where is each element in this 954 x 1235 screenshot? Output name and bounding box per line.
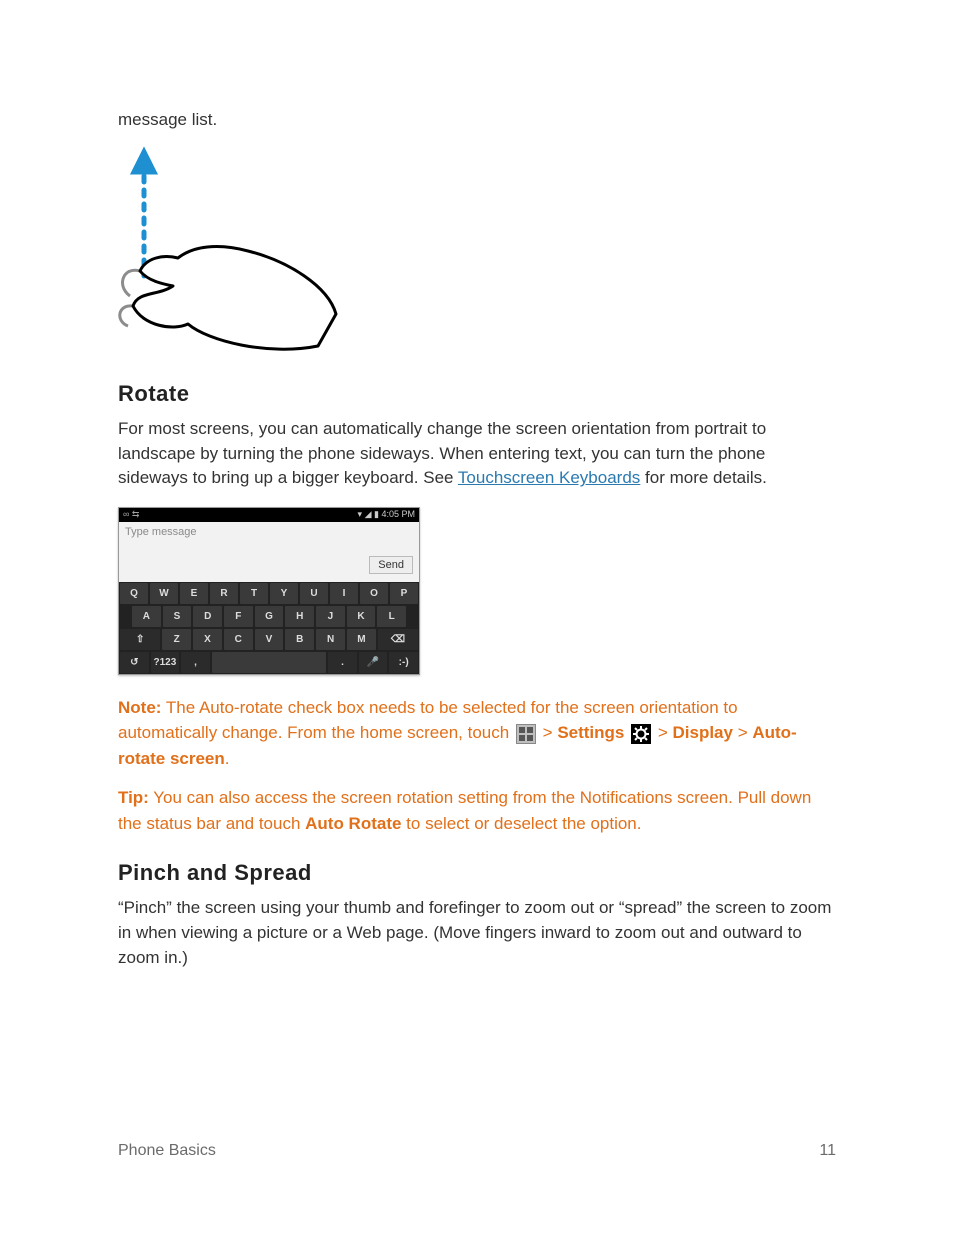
- swype-key: ↺: [120, 652, 149, 673]
- key: S: [163, 606, 192, 627]
- footer-section-title: Phone Basics: [118, 1142, 216, 1160]
- settings-gear-icon: [631, 724, 651, 744]
- note-label: Note:: [118, 698, 161, 717]
- tip-paragraph: Tip: You can also access the screen rota…: [118, 785, 836, 836]
- symbols-key: ?123: [151, 652, 180, 673]
- link-touchscreen-keyboards[interactable]: Touchscreen Keyboards: [458, 468, 640, 487]
- key: R: [210, 583, 238, 604]
- key: I: [330, 583, 358, 604]
- key: F: [224, 606, 253, 627]
- landscape-keyboard-screenshot: ∞ ⇆ ▾ ◢ ▮ 4:05 PM Type message Send Q W …: [118, 507, 420, 675]
- swipe-gesture-illustration: [118, 146, 338, 356]
- period-key: .: [328, 652, 357, 673]
- gt-1: >: [538, 723, 557, 742]
- status-icons-left: ∞ ⇆: [123, 509, 139, 520]
- note-paragraph: Note: The Auto-rotate check box needs to…: [118, 695, 836, 772]
- keyboard: Q W E R T Y U I O P A S D F G H J K L: [119, 582, 419, 674]
- settings-label: Settings: [557, 723, 624, 742]
- heading-rotate: Rotate: [118, 381, 836, 407]
- pinch-paragraph: “Pinch” the screen using your thumb and …: [118, 896, 836, 970]
- gt-2: >: [653, 723, 672, 742]
- key: G: [255, 606, 284, 627]
- message-placeholder: Type message: [125, 526, 197, 538]
- heading-pinch-spread: Pinch and Spread: [118, 860, 836, 886]
- send-button: Send: [369, 556, 413, 574]
- key: C: [224, 629, 253, 650]
- key: T: [240, 583, 268, 604]
- emoji-key: :-): [389, 652, 418, 673]
- key: H: [285, 606, 314, 627]
- key: P: [390, 583, 418, 604]
- key: L: [377, 606, 406, 627]
- key: O: [360, 583, 388, 604]
- key: K: [347, 606, 376, 627]
- key: N: [316, 629, 345, 650]
- key: Y: [270, 583, 298, 604]
- signal-icon: ◢: [365, 509, 372, 519]
- key: A: [132, 606, 161, 627]
- apps-grid-icon: [516, 724, 536, 744]
- backspace-key: ⌫: [378, 629, 418, 650]
- key: J: [316, 606, 345, 627]
- rotate-text-post: for more details.: [640, 468, 767, 487]
- key: D: [193, 606, 222, 627]
- mic-key: 🎤: [359, 652, 388, 673]
- gt-3: >: [733, 723, 752, 742]
- display-label: Display: [672, 723, 732, 742]
- key: W: [150, 583, 178, 604]
- key: E: [180, 583, 208, 604]
- note-end: .: [225, 749, 230, 768]
- intro-fragment: message list.: [118, 110, 836, 130]
- page-number: 11: [819, 1142, 836, 1160]
- key: B: [285, 629, 314, 650]
- rotate-paragraph: For most screens, you can automatically …: [118, 417, 836, 491]
- key: U: [300, 583, 328, 604]
- space-key: [212, 652, 326, 673]
- shift-key: ⇧: [120, 629, 160, 650]
- tip-text-2: to select or deselect the option.: [401, 814, 641, 833]
- status-icons-right: ▾ ◢ ▮ 4:05 PM: [358, 509, 415, 520]
- key: X: [193, 629, 222, 650]
- status-time: 4:05 PM: [381, 509, 415, 519]
- comma-key: ,: [181, 652, 210, 673]
- tip-label: Tip:: [118, 788, 149, 807]
- battery-icon: ▮: [374, 509, 379, 519]
- key: Z: [162, 629, 191, 650]
- key: Q: [120, 583, 148, 604]
- auto-rotate-strong: Auto Rotate: [305, 814, 401, 833]
- wifi-icon: ▾: [358, 509, 363, 519]
- key: V: [255, 629, 284, 650]
- key: M: [347, 629, 376, 650]
